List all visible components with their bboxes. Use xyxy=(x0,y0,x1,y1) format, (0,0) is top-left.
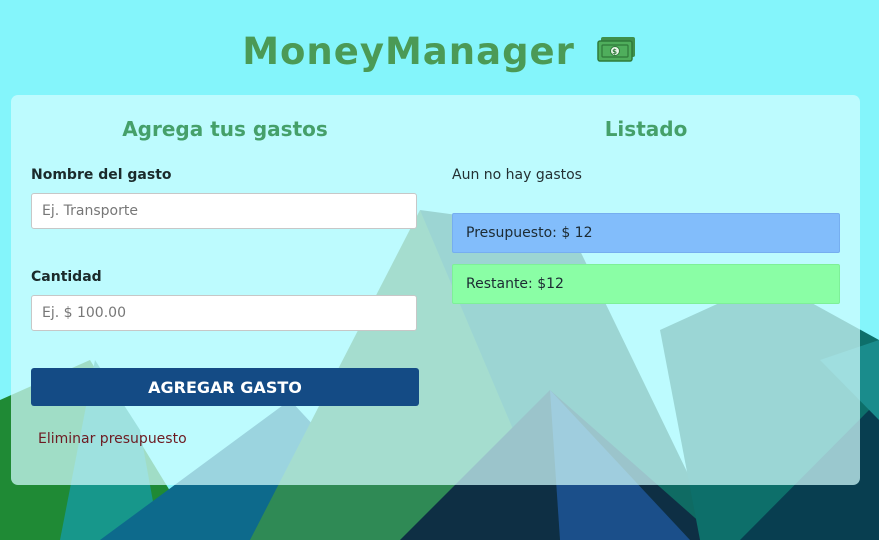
main-card: Agrega tus gastos Nombre del gasto Canti… xyxy=(11,95,860,485)
app-title: MoneyManager xyxy=(242,30,575,73)
app-header: MoneyManager $ xyxy=(0,30,879,75)
listing-heading: Listado xyxy=(604,117,688,141)
remaining-alert: Restante: $12 xyxy=(452,264,840,304)
delete-budget-link[interactable]: Eliminar presupuesto xyxy=(38,431,187,447)
form-heading: Agrega tus gastos xyxy=(122,117,328,141)
money-bill-icon: $ xyxy=(597,28,637,71)
amount-label: Cantidad xyxy=(31,269,102,285)
svg-text:$: $ xyxy=(612,48,618,56)
add-expense-button[interactable]: AGREGAR GASTO xyxy=(31,368,419,406)
amount-input[interactable] xyxy=(31,295,417,331)
expense-name-input[interactable] xyxy=(31,193,417,229)
empty-expenses-message: Aun no hay gastos xyxy=(452,167,582,183)
budget-alert: Presupuesto: $ 12 xyxy=(452,213,840,253)
expense-name-label: Nombre del gasto xyxy=(31,167,172,183)
